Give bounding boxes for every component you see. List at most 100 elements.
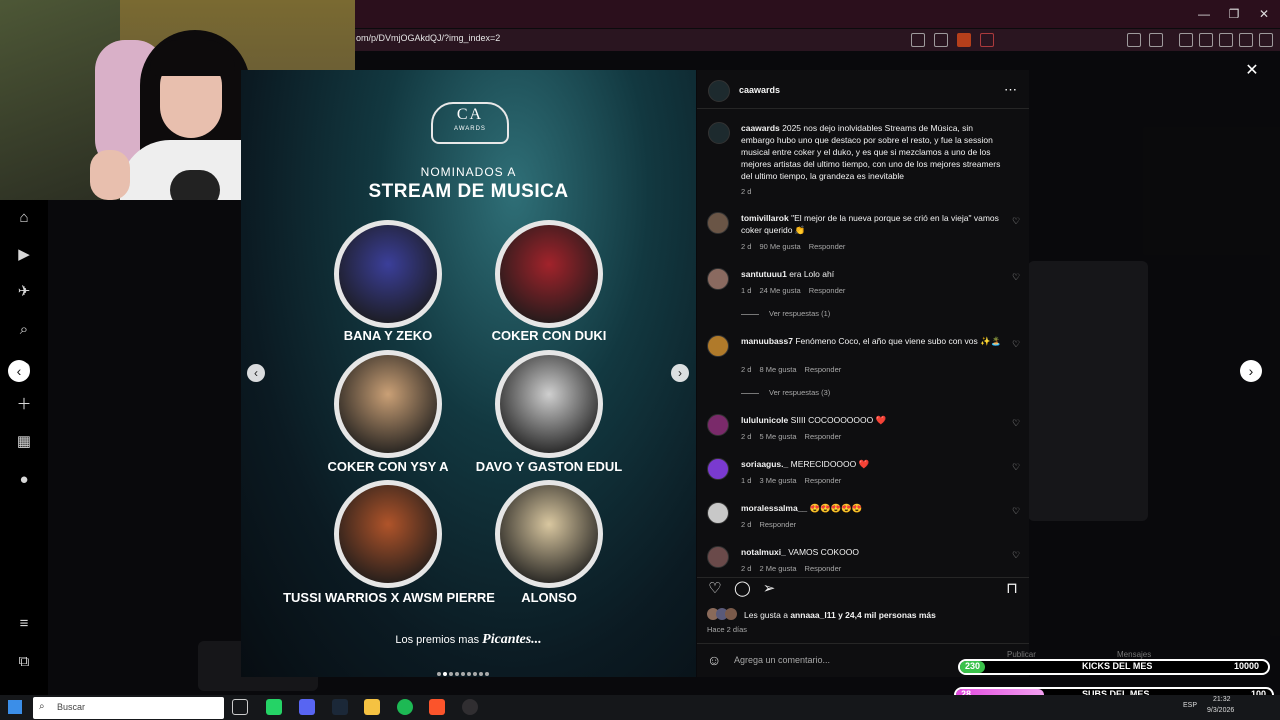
search-icon[interactable]: ⌕ [14,320,34,340]
view-replies-button[interactable]: Ver respuestas (3) [741,388,830,397]
comment-text: moralessalma__ 😍😍😍😍😍 [741,502,1003,514]
nominee-title: STREAM DE MUSICA [368,181,569,202]
likes-summary[interactable]: Les gusta a annaaa_l11 y 24,4 mil person… [744,610,936,620]
comment-like-icon[interactable]: ♡ [1011,506,1021,516]
whatsapp-icon[interactable] [266,699,282,715]
kicks-label: KICKS DEL MES [1082,661,1153,671]
reply-button[interactable]: Responder [809,286,846,295]
close-window-icon[interactable]: ✕ [1256,6,1272,22]
comment-likes[interactable]: 5 Me gusta [759,432,796,441]
taskbar-search[interactable]: ⌕ Buscar [33,697,224,719]
steam-icon[interactable] [332,699,348,715]
dashboard-icon[interactable]: ▦ [14,432,34,452]
vpn-icon[interactable] [1239,33,1253,47]
comment-like-icon[interactable]: ♡ [1011,339,1021,349]
author-avatar[interactable] [708,80,730,102]
leo-ai-icon[interactable] [1219,33,1233,47]
obs-icon[interactable] [462,699,478,715]
comment-username[interactable]: notalmuxi_ [741,547,786,557]
comment-likes[interactable]: 3 Me gusta [759,476,796,485]
comment-like-icon[interactable]: ♡ [1011,418,1021,428]
bookmark-icon[interactable]: ⊓ [1004,581,1020,597]
brave-rewards-icon[interactable] [980,33,994,47]
comment-time: 2 d [741,564,752,573]
comment-like-icon[interactable]: ♡ [1011,216,1021,226]
comment-input[interactable]: Agrega un comentario... [734,655,830,665]
profile-icon[interactable]: ● [14,470,34,490]
publish-button[interactable]: Publicar [1007,650,1036,659]
brave-shield-icon[interactable] [957,33,971,47]
close-modal-icon[interactable]: ✕ [1243,62,1261,80]
view-replies-button[interactable]: Ver respuestas (1) [741,309,830,318]
reply-button[interactable]: Responder [759,520,796,529]
file-explorer-icon[interactable] [364,699,380,715]
extensions-icon[interactable] [1127,33,1141,47]
comment-likes[interactable]: 90 Me gusta [759,242,800,251]
author-username[interactable]: caawards [739,85,780,95]
comment-likes[interactable]: 2 Me gusta [759,564,796,573]
url-text[interactable]: om/p/DVmjOGAkdQJ/?img_index=2 [356,33,500,43]
comment-like-icon[interactable]: ♡ [1011,550,1021,560]
commenter-avatar[interactable] [707,335,729,357]
discord-icon[interactable] [299,699,315,715]
comment-like-icon[interactable]: ♡ [1011,462,1021,472]
menu-icon[interactable] [1259,33,1273,47]
sidebar-toggle-icon[interactable] [1179,33,1193,47]
reply-button[interactable]: Responder [805,564,842,573]
wallet-icon[interactable] [1199,33,1213,47]
messages-button[interactable]: Mensajes [1117,650,1151,659]
next-post-icon[interactable]: › [1240,360,1262,382]
emoji-icon[interactable]: ☺ [707,652,721,668]
commenter-avatar[interactable] [707,414,729,436]
reply-button[interactable]: Responder [809,242,846,251]
previous-post-icon[interactable]: ‹ [8,360,30,382]
reply-button[interactable]: Responder [805,432,842,441]
carousel-next-icon[interactable]: › [671,364,689,382]
likes-suffix[interactable]: y 24,4 mil personas más [838,610,936,620]
clock-time[interactable]: 21:32 [1213,696,1231,703]
minimize-icon[interactable]: — [1196,6,1212,22]
caption-username[interactable]: caawards [741,123,780,133]
more-menu-icon[interactable]: ≡ [14,614,34,634]
commenter-avatar[interactable] [707,458,729,480]
cast-icon[interactable] [911,33,925,47]
tab-search-icon[interactable] [1149,33,1163,47]
reels-icon[interactable]: ▶ [14,245,34,265]
share-icon[interactable] [934,33,948,47]
comment-like-icon[interactable]: ♡ [1011,272,1021,282]
commenter-avatar[interactable] [707,546,729,568]
home-icon[interactable]: ⌂ [14,208,34,228]
meta-apps-icon[interactable]: ⧉ [14,652,34,672]
carousel-prev-icon[interactable]: ‹ [247,364,265,382]
comment-username[interactable]: soriaagus._ [741,459,788,469]
task-view-icon[interactable] [232,699,248,715]
spotify-icon[interactable] [397,699,413,715]
comment-username[interactable]: santutuuu1 [741,269,787,279]
commenter-avatar[interactable] [707,212,729,234]
create-icon[interactable]: ＋ [14,395,34,415]
comment-username[interactable]: moralessalma__ [741,503,807,513]
commenter-avatar[interactable] [707,268,729,290]
carousel-dot [473,672,477,676]
caption-avatar[interactable] [708,122,730,144]
comment-icon[interactable]: ◯ [734,581,751,597]
messages-icon[interactable]: ✈ [14,282,34,302]
comment-likes[interactable]: 8 Me gusta [759,365,796,374]
brave-icon[interactable] [429,699,445,715]
comment-username[interactable]: manuubass7 [741,336,793,346]
commenter-avatar[interactable] [707,502,729,524]
more-options-icon[interactable]: ⋯ [1004,82,1017,98]
comment-likes[interactable]: 24 Me gusta [759,286,800,295]
language-indicator[interactable]: ESP [1183,702,1197,709]
restore-icon[interactable]: ❐ [1226,6,1242,22]
clock-date[interactable]: 9/3/2026 [1207,707,1234,714]
reply-button[interactable]: Responder [805,365,842,374]
likers-avatars[interactable] [707,608,741,622]
share-icon[interactable]: ➢ [761,581,777,597]
reply-button[interactable]: Responder [805,476,842,485]
comment-username[interactable]: lululunicole [741,415,788,425]
likes-user[interactable]: annaaa_l11 [790,610,835,620]
like-heart-icon[interactable]: ♡ [707,581,723,597]
comment-username[interactable]: tomivillarok [741,213,789,223]
start-icon[interactable] [8,700,22,714]
